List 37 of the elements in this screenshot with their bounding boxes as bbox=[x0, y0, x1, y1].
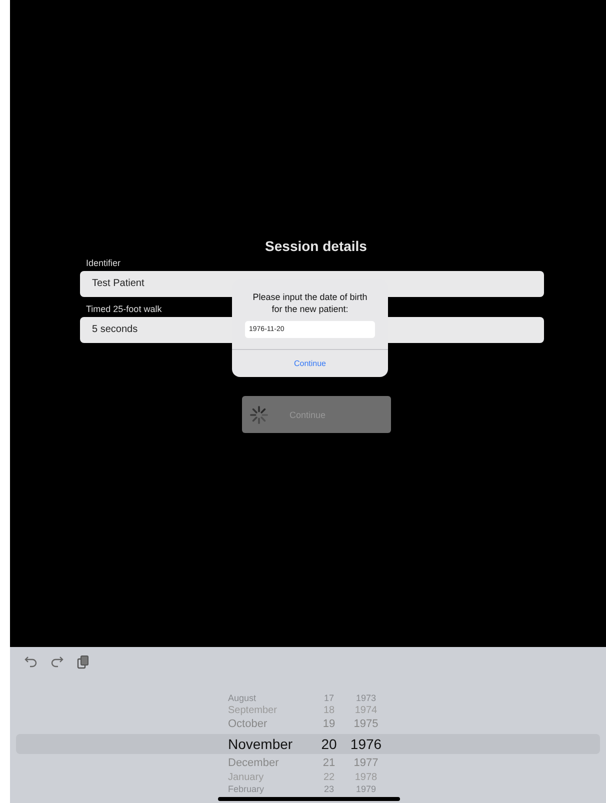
picker-day[interactable]: 22 bbox=[312, 771, 346, 784]
picker-year[interactable]: 1973 bbox=[346, 693, 386, 704]
picker-day[interactable]: 19 bbox=[312, 717, 346, 732]
picker-month[interactable]: January bbox=[228, 771, 312, 784]
picker-year[interactable]: 1976 bbox=[346, 734, 386, 754]
redo-icon[interactable] bbox=[50, 655, 64, 669]
picker-row[interactable]: December 21 1977 bbox=[16, 756, 600, 771]
picker-row[interactable]: November 20 1976 bbox=[16, 734, 600, 754]
picker-day[interactable]: 17 bbox=[312, 693, 346, 704]
picker-row[interactable]: February 23 1979 bbox=[16, 784, 600, 795]
field-label: Identifier bbox=[86, 258, 121, 268]
picker-row[interactable]: October 19 1975 bbox=[16, 717, 600, 732]
paste-icon[interactable] bbox=[76, 655, 90, 669]
picker-year[interactable]: 1979 bbox=[346, 784, 386, 795]
picker-year[interactable]: 1978 bbox=[346, 771, 386, 784]
picker-month[interactable]: February bbox=[228, 784, 312, 795]
field-label: Timed 25-foot walk bbox=[86, 304, 162, 314]
spinner-icon bbox=[250, 406, 268, 424]
picker-day[interactable]: 23 bbox=[312, 784, 346, 795]
picker-month[interactable]: December bbox=[228, 756, 312, 771]
picker-row[interactable]: August 17 1973 bbox=[16, 693, 600, 704]
picker-month[interactable]: October bbox=[228, 717, 312, 732]
screen-title: Session details bbox=[264, 238, 368, 254]
picker-month[interactable]: November bbox=[228, 734, 312, 754]
picker-row[interactable]: September 18 1974 bbox=[16, 704, 600, 717]
picker-year[interactable]: 1975 bbox=[346, 717, 386, 732]
undo-icon[interactable] bbox=[24, 655, 38, 669]
picker-month[interactable]: August bbox=[228, 693, 312, 704]
picker-day[interactable]: 20 bbox=[312, 734, 346, 754]
alert-message: Please input the date of birth for the new patient: bbox=[252, 291, 368, 315]
picker-year[interactable]: 1974 bbox=[346, 704, 386, 717]
continue-link[interactable]: Continue bbox=[232, 349, 388, 377]
picker-day[interactable]: 21 bbox=[312, 756, 346, 771]
picker-month[interactable]: September bbox=[228, 704, 312, 717]
picker-day[interactable]: 18 bbox=[312, 704, 346, 717]
picker-row[interactable]: January 22 1978 bbox=[16, 771, 600, 784]
picker-year[interactable]: 1977 bbox=[346, 756, 386, 771]
